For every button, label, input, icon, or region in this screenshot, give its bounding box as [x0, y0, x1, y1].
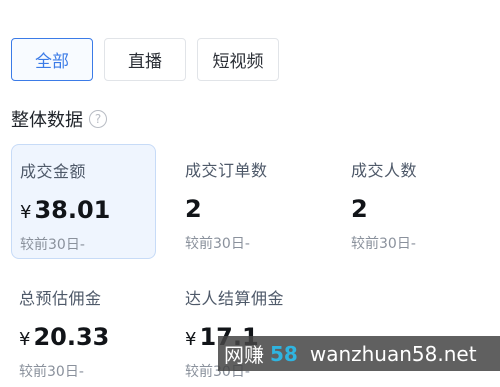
metric-compare: 较前30日- [19, 364, 84, 380]
metric-card-buyers[interactable]: 成交人数 2 较前30日- [343, 144, 488, 259]
tab-all[interactable]: 全部 [11, 38, 93, 81]
currency-symbol: ¥ [19, 329, 31, 350]
metric-value: ¥20.33 [19, 323, 156, 351]
metric-card-gmv[interactable]: 成交金额 ¥38.01 较前30日- [11, 144, 156, 259]
metric-label: 成交订单数 [185, 161, 268, 180]
section-title: 整体数据 [11, 110, 83, 131]
currency-symbol: ¥ [20, 202, 32, 223]
metric-compare: 较前30日- [351, 236, 416, 252]
metric-card-orders[interactable]: 成交订单数 2 较前30日- [177, 144, 322, 259]
metric-value: 2 [351, 195, 488, 223]
tab-live[interactable]: 直播 [104, 38, 186, 81]
metric-number: 38.01 [34, 196, 111, 224]
watermark-domain: wanzhuan58.net [309, 341, 477, 366]
metric-value: ¥38.01 [20, 196, 155, 224]
watermark-prefix: 网赚 [224, 343, 264, 367]
section-header: 整体数据 ? [11, 106, 107, 132]
metric-label: 总预估佣金 [19, 289, 102, 308]
watermark-banner: 网赚 58 wanzhuan58.net [218, 336, 500, 371]
metric-value: 2 [185, 195, 322, 223]
metric-label: 成交金额 [20, 162, 87, 181]
metric-card-estimated-commission[interactable]: 总预估佣金 ¥20.33 较前30日- [11, 272, 156, 387]
watermark-number: 58 [270, 341, 298, 366]
question-circle-icon[interactable]: ? [89, 110, 107, 128]
currency-symbol: ¥ [185, 329, 197, 350]
content-type-tabs: 全部 直播 短视频 [11, 38, 279, 81]
metric-number: 2 [351, 195, 368, 223]
metric-compare: 较前30日- [185, 236, 250, 252]
metric-label: 成交人数 [351, 161, 418, 180]
metric-number: 20.33 [33, 323, 110, 351]
metric-label: 达人结算佣金 [185, 289, 285, 308]
metric-number: 2 [185, 195, 202, 223]
tab-short-video[interactable]: 短视频 [197, 38, 279, 81]
metric-compare: 较前30日- [20, 237, 85, 253]
